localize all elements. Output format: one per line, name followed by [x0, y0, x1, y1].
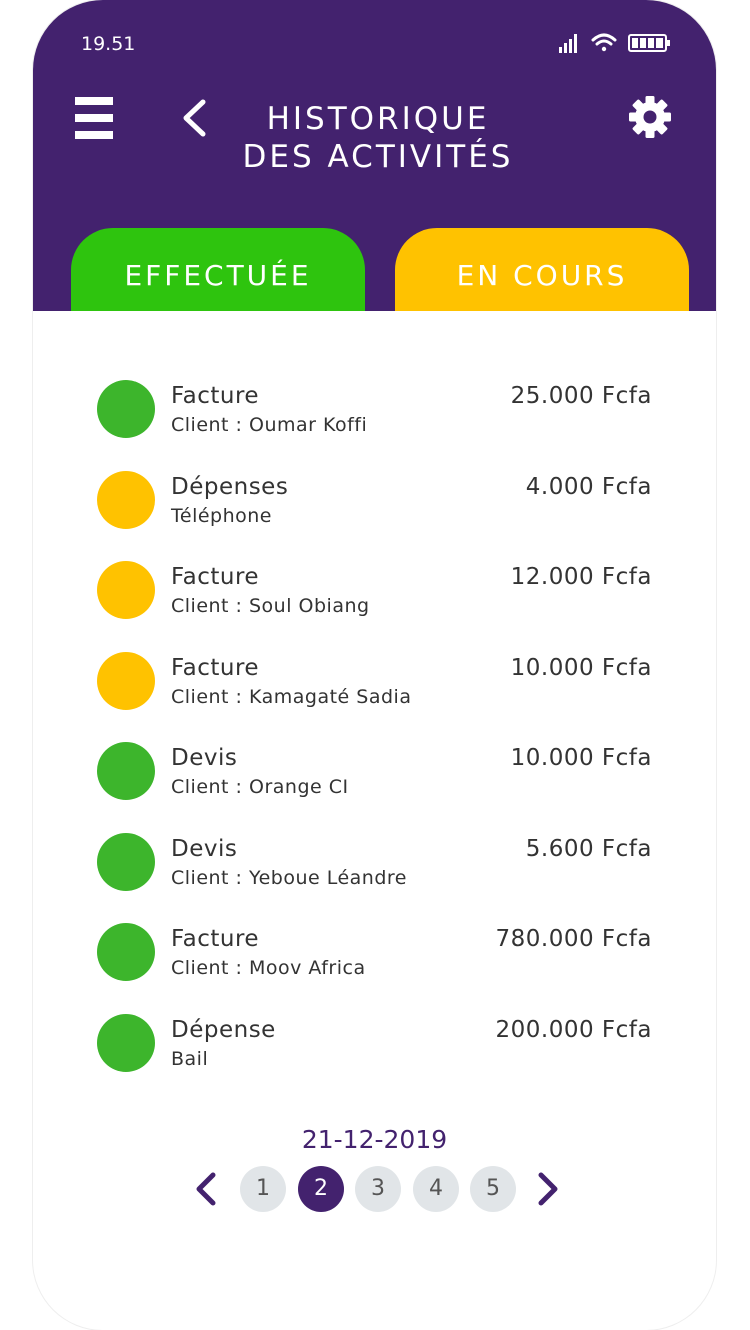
status-dot [97, 470, 155, 529]
pagination: 1 2 3 4 5 [183, 1166, 573, 1212]
page-5-button[interactable]: 5 [470, 1166, 516, 1212]
app-header: 19.51 HISTORIQUE DES ACTIVITÉS EFFECTUÉE… [33, 0, 716, 311]
list-item[interactable]: Facture Client : Kamagaté Sadia 10.000 F… [33, 650, 716, 741]
page-title-line2: DES ACTIVITÉS [242, 139, 514, 175]
status-time: 19.51 [81, 33, 136, 55]
activity-subtitle: Client : Soul Obiang [171, 595, 370, 617]
status-dot [97, 1013, 155, 1072]
phone-screen: 19.51 HISTORIQUE DES ACTIVITÉS EFFECTUÉE… [33, 0, 716, 1330]
list-item[interactable]: Facture Client : Oumar Koffi 25.000 Fcfa [33, 378, 716, 469]
status-dot [97, 923, 155, 981]
menu-icon[interactable] [75, 97, 113, 139]
prev-page-chevron-icon[interactable] [191, 1172, 221, 1206]
activity-title: Dépense [171, 1016, 276, 1043]
activity-title: Devis [171, 745, 238, 771]
activity-amount: 200.000 Fcfa [495, 1016, 652, 1043]
activity-amount: 12.000 Fcfa [510, 564, 652, 590]
gear-icon[interactable] [629, 96, 671, 138]
activity-amount: 25.000 Fcfa [510, 383, 652, 409]
activity-title: Facture [171, 654, 260, 681]
activity-list: Facture Client : Oumar Koffi 25.000 Fcfa… [33, 378, 716, 1102]
activity-title: Facture [171, 926, 260, 952]
activity-amount: 5.600 Fcfa [525, 835, 652, 862]
page-3-button[interactable]: 3 [355, 1166, 401, 1212]
activity-subtitle: Client : Kamagaté Sadia [171, 685, 412, 708]
page-2-button[interactable]: 2 [298, 1166, 344, 1212]
list-item[interactable]: Devis Client : Orange CI 10.000 Fcfa [33, 740, 716, 831]
list-item[interactable]: Facture Client : Soul Obiang 12.000 Fcfa [33, 559, 716, 650]
status-dot [97, 832, 155, 891]
page-title-line1: HISTORIQUE [266, 101, 490, 137]
activity-subtitle: Client : Moov Africa [171, 957, 366, 979]
wifi-icon [591, 33, 617, 52]
list-item[interactable]: Facture Client : Moov Africa 780.000 Fcf… [33, 921, 716, 1012]
status-dot [97, 380, 155, 438]
activity-title: Facture [171, 564, 260, 590]
page-1-button[interactable]: 1 [240, 1166, 286, 1212]
activity-title: Devis [171, 835, 238, 862]
list-item[interactable]: Dépense Bail 200.000 Fcfa [33, 1012, 716, 1103]
battery-icon [628, 34, 670, 52]
page-4-button[interactable]: 4 [413, 1166, 459, 1212]
activity-title: Dépenses [171, 473, 289, 500]
next-page-chevron-icon[interactable] [533, 1172, 563, 1206]
tab-en-cours[interactable]: EN COURS [395, 228, 689, 311]
status-dot [97, 651, 155, 710]
activity-amount: 10.000 Fcfa [510, 654, 652, 681]
current-date: 21-12-2019 [301, 1125, 448, 1154]
list-item[interactable]: Devis Client : Yeboue Léandre 5.600 Fcfa [33, 831, 716, 922]
activity-subtitle: Bail [171, 1047, 209, 1070]
page-title: HISTORIQUE DES ACTIVITÉS [193, 100, 563, 176]
tab-effectuee[interactable]: EFFECTUÉE [71, 228, 365, 311]
activity-subtitle: Client : Yeboue Léandre [171, 866, 407, 889]
activity-subtitle: Téléphone [171, 504, 272, 527]
status-icons [559, 33, 670, 53]
activity-amount: 10.000 Fcfa [510, 745, 652, 771]
signal-icon [559, 34, 577, 53]
status-dot [97, 742, 155, 800]
activity-title: Facture [171, 383, 260, 409]
activity-subtitle: Client : Orange CI [171, 776, 349, 798]
activity-subtitle: Client : Oumar Koffi [171, 414, 368, 436]
list-item[interactable]: Dépenses Téléphone 4.000 Fcfa [33, 469, 716, 560]
status-dot [97, 561, 155, 619]
activity-amount: 780.000 Fcfa [495, 926, 652, 952]
activity-amount: 4.000 Fcfa [525, 473, 652, 500]
